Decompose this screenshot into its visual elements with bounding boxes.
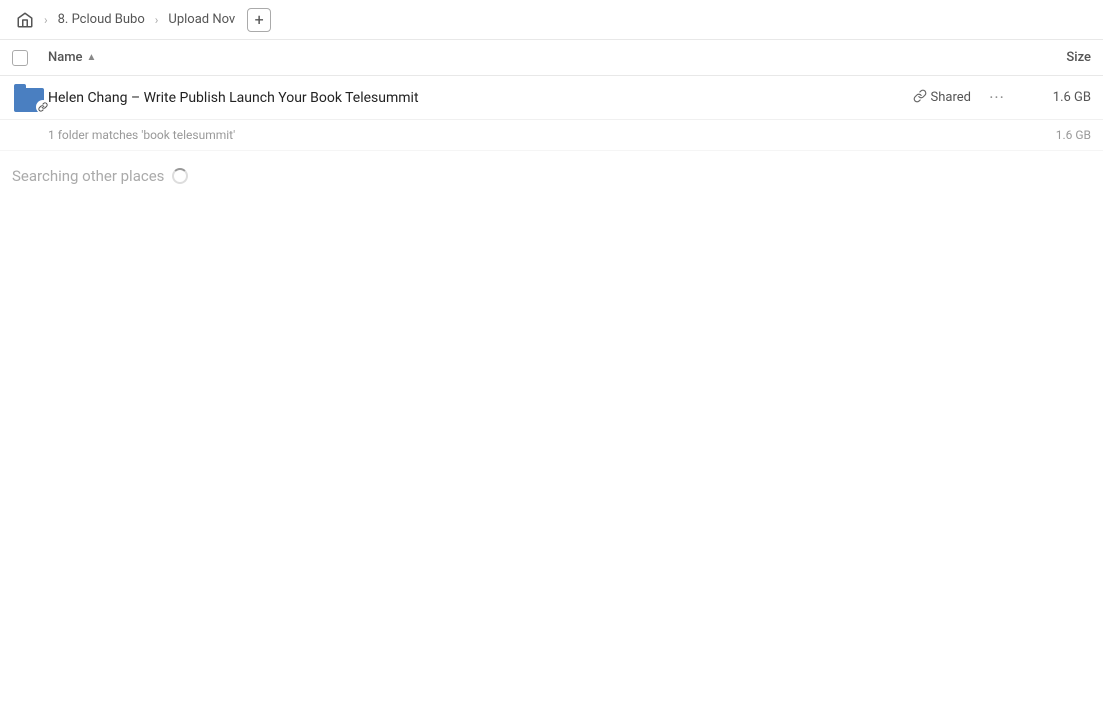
folder-with-link-icon: [14, 84, 46, 112]
loading-spinner: [172, 168, 188, 184]
breadcrumb-item-uploadnov[interactable]: Upload Nov: [164, 10, 239, 29]
file-list-item[interactable]: Helen Chang – Write Publish Launch Your …: [0, 76, 1103, 120]
match-info-text: 1 folder matches 'book telesummit': [48, 128, 235, 142]
breadcrumb-separator-1: ›: [44, 13, 48, 27]
shared-label: Shared: [931, 90, 971, 105]
breadcrumb-separator-2: ›: [155, 13, 159, 27]
name-column-header[interactable]: Name ▲: [48, 50, 1011, 65]
more-options-button[interactable]: ···: [983, 84, 1011, 112]
searching-other-places-row: Searching other places: [0, 151, 1103, 193]
column-header-row: Name ▲ Size: [0, 40, 1103, 76]
file-name-label: Helen Chang – Write Publish Launch Your …: [48, 90, 913, 106]
select-all-checkbox[interactable]: [12, 50, 28, 66]
searching-label: Searching other places: [12, 167, 164, 185]
file-icon-col: [12, 84, 48, 112]
shared-badge: Shared: [913, 89, 971, 107]
match-info-size: 1.6 GB: [1056, 128, 1091, 142]
name-column-label: Name: [48, 50, 83, 65]
select-all-col: [12, 50, 48, 66]
breadcrumb-bar: › 8. Pcloud Bubo › Upload Nov +: [0, 0, 1103, 40]
link-icon: [913, 89, 927, 107]
size-column-header[interactable]: Size: [1011, 50, 1091, 65]
breadcrumb-item-pcloud[interactable]: 8. Pcloud Bubo: [54, 10, 149, 29]
home-breadcrumb[interactable]: [12, 7, 38, 33]
file-size-value: 1.6 GB: [1011, 90, 1091, 105]
add-tab-button[interactable]: +: [247, 8, 271, 32]
link-badge-icon: [36, 100, 50, 114]
sort-arrow-icon: ▲: [87, 52, 97, 63]
match-info-row: 1 folder matches 'book telesummit' 1.6 G…: [0, 120, 1103, 151]
